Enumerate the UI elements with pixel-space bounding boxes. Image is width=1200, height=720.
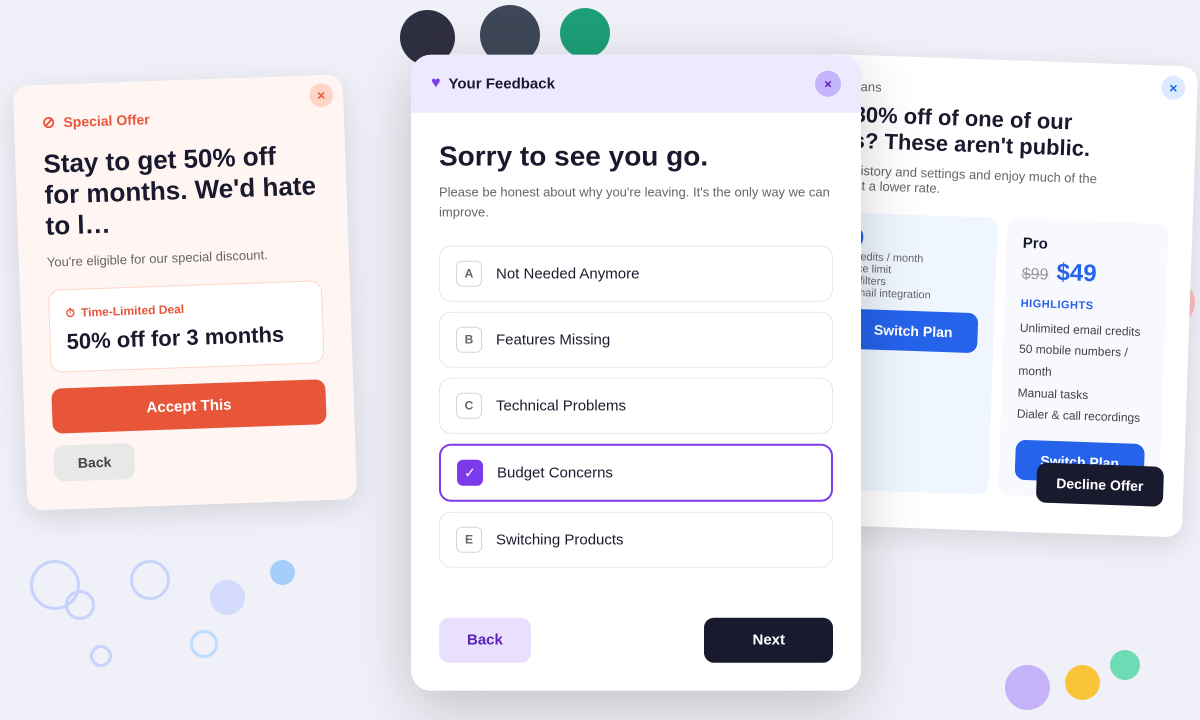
better-plans-header-text: r Plans	[841, 78, 1173, 105]
plan-price-teaser: 9 credits / month nce limit d filters em…	[827, 212, 1168, 500]
option-d-label: Budget Concerns	[497, 464, 613, 481]
option-a-letter: A	[456, 261, 482, 287]
next-button[interactable]: Next	[704, 618, 833, 663]
better-plans-title: t 80% off of one of ourns? These aren't …	[839, 101, 1173, 165]
better-plans-close[interactable]: ×	[1161, 76, 1186, 101]
back-button-modal[interactable]: Back	[439, 618, 531, 663]
special-offer-subtitle: You're eligible for our special discount…	[47, 245, 321, 270]
option-d[interactable]: ✓ Budget Concerns	[439, 444, 833, 502]
option-b[interactable]: B Features Missing	[439, 312, 833, 368]
modal-header-left: ♥ Your Feedback	[431, 75, 555, 93]
modal-close-button[interactable]: ×	[815, 71, 841, 97]
heart-icon: ♥	[431, 75, 441, 93]
feedback-modal: ♥ Your Feedback × Sorry to see you go. P…	[411, 55, 861, 691]
time-limited-label: ⏱ Time-Limited Deal	[65, 297, 305, 320]
decline-offer-button[interactable]: Decline Offer	[1036, 462, 1164, 506]
better-plans-subtitle: ur history and settings and enjoy much o…	[838, 162, 1171, 204]
special-offer-title: Stay to get 50% off for months. We'd hat…	[43, 139, 320, 242]
clock-icon: ⏱	[65, 305, 75, 320]
option-b-label: Features Missing	[496, 331, 610, 348]
highlights-label: HIGHLIGHTS	[1021, 298, 1150, 314]
plan-price-new: $49	[1056, 259, 1097, 288]
plan-price-old: $99	[1021, 266, 1048, 285]
highlights-list: Unlimited email credits 50 mobile number…	[1016, 318, 1149, 430]
better-plans-card: × r Plans t 80% off of one of ourns? The…	[802, 54, 1198, 538]
special-offer-close[interactable]: ×	[309, 83, 334, 108]
option-e-letter: E	[456, 527, 482, 553]
option-e[interactable]: E Switching Products	[439, 512, 833, 568]
option-c-label: Technical Problems	[496, 397, 626, 414]
option-e-label: Switching Products	[496, 531, 624, 548]
switch-plan-button-left[interactable]: Switch Plan	[848, 309, 978, 353]
modal-footer: Back Next	[411, 602, 861, 691]
option-a-label: Not Needed Anymore	[496, 265, 639, 282]
option-d-check: ✓	[457, 460, 483, 486]
time-limited-box: ⏱ Time-Limited Deal 50% off for 3 months	[48, 280, 325, 373]
special-offer-card: × ⊘ Special Offer Stay to get 50% off fo…	[13, 74, 358, 510]
modal-header-title: Your Feedback	[449, 75, 555, 92]
tag-icon: ⊘	[42, 112, 56, 132]
time-limited-price: 50% off for 3 months	[66, 320, 307, 354]
modal-subtitle: Please be honest about why you're leavin…	[439, 183, 833, 222]
option-b-letter: B	[456, 327, 482, 353]
option-a[interactable]: A Not Needed Anymore	[439, 246, 833, 302]
highlight-item: Dialer & call recordings	[1016, 404, 1146, 430]
special-offer-header: ⊘ Special Offer	[42, 103, 317, 133]
highlight-item: 50 mobile numbers / month	[1018, 339, 1148, 387]
accept-button[interactable]: Accept This	[51, 379, 326, 434]
plan-price-row: $99 $49	[1021, 258, 1151, 290]
special-offer-badge: Special Offer	[63, 111, 150, 130]
option-c-letter: C	[456, 393, 482, 419]
option-c[interactable]: C Technical Problems	[439, 378, 833, 434]
plan-name: Pro	[1023, 235, 1153, 256]
modal-title: Sorry to see you go.	[439, 141, 833, 173]
back-button-left[interactable]: Back	[53, 442, 136, 481]
modal-header: ♥ Your Feedback ×	[411, 55, 861, 113]
modal-body: Sorry to see you go. Please be honest ab…	[411, 113, 861, 602]
